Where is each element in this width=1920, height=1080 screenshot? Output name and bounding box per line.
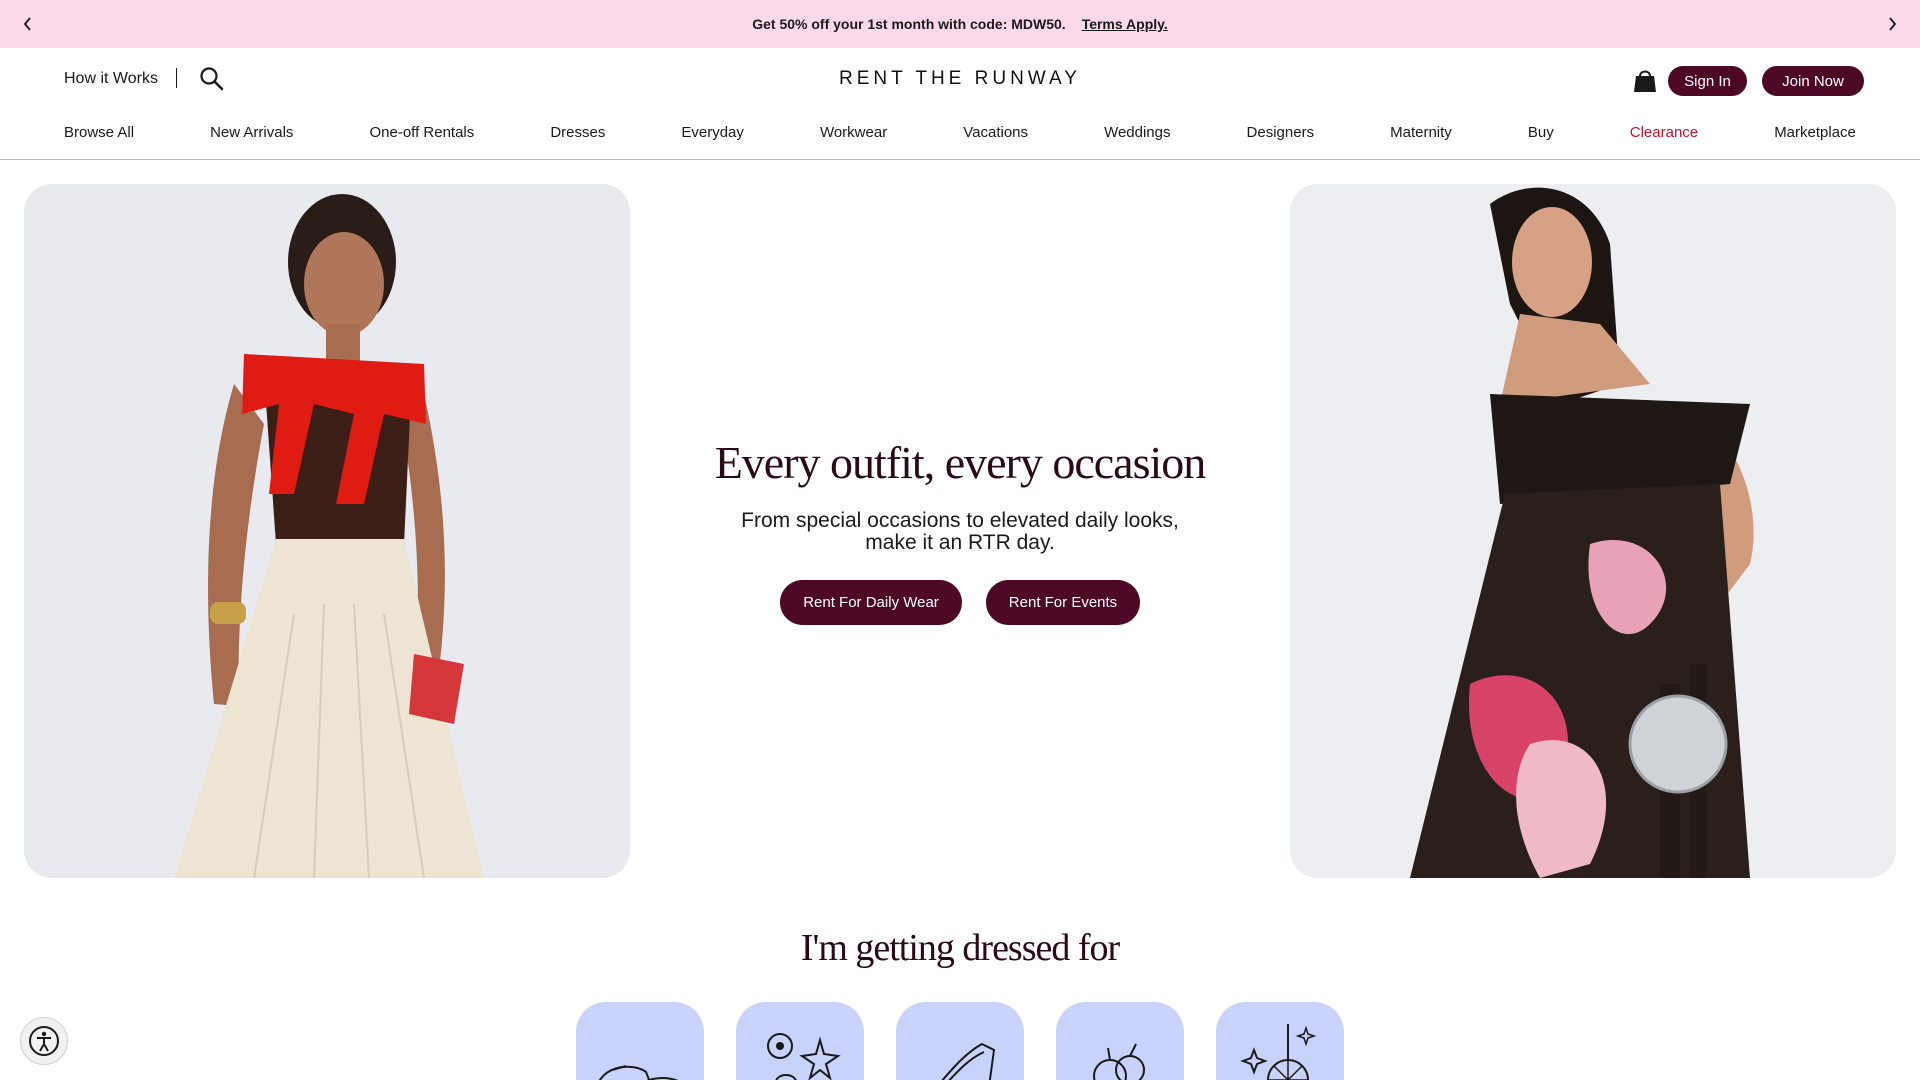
chevron-left-icon[interactable]: [16, 12, 40, 36]
loafers-icon: [598, 1065, 678, 1080]
nav-item-browse-all[interactable]: Browse All: [64, 124, 134, 146]
nav-item-marketplace[interactable]: Marketplace: [1774, 124, 1856, 146]
nav-item-weddings[interactable]: Weddings: [1104, 124, 1170, 146]
occasion-tile-brunch[interactable]: [1056, 1002, 1184, 1080]
fruit-icon: [1093, 1043, 1145, 1080]
nav-item-vacations[interactable]: Vacations: [963, 124, 1028, 146]
how-it-works-link[interactable]: How it Works: [64, 70, 158, 88]
occasion-tile-party[interactable]: [1216, 1002, 1344, 1080]
nav-item-workwear[interactable]: Workwear: [820, 124, 887, 146]
rent-daily-wear-button[interactable]: Rent For Daily Wear: [780, 580, 962, 625]
hero-image-right[interactable]: [1290, 184, 1896, 878]
search-icon[interactable]: [199, 66, 225, 92]
nav-item-one-off-rentals[interactable]: One-off Rentals: [369, 124, 474, 146]
promo-text: Get 50% off your 1st month with code: MD…: [752, 16, 1066, 32]
join-now-button[interactable]: Join Now: [1762, 66, 1864, 96]
header-divider: [176, 68, 177, 88]
nav-item-maternity[interactable]: Maternity: [1390, 124, 1452, 146]
dressed-for-title: I'm getting dressed for: [800, 927, 1120, 969]
nav-item-dresses[interactable]: Dresses: [550, 124, 605, 146]
occasion-tiles: [576, 1002, 1344, 1080]
occasion-tile-everyday[interactable]: [576, 1002, 704, 1080]
hero-subtitle-line2: make it an RTR day.: [865, 531, 1055, 554]
chevron-right-icon[interactable]: [1880, 12, 1904, 36]
nav-item-new-arrivals[interactable]: New Arrivals: [210, 124, 293, 146]
hero-title: Every outfit, every occasion: [714, 437, 1207, 488]
tropical-vacation-icon: [767, 1033, 841, 1080]
accessibility-icon[interactable]: [20, 1017, 68, 1065]
hero-image-left[interactable]: [24, 184, 630, 878]
nav-item-clearance[interactable]: Clearance: [1630, 124, 1698, 146]
hero-copy: Every outfit, every occasion From specia…: [630, 434, 1290, 625]
disco-ball-icon: [1240, 1024, 1317, 1080]
rent-events-button[interactable]: Rent For Events: [986, 580, 1140, 625]
occasion-tile-events[interactable]: [896, 1002, 1024, 1080]
nav-item-everyday[interactable]: Everyday: [681, 124, 744, 146]
high-heel-icon: [941, 1042, 996, 1080]
shopping-bag-icon[interactable]: [1632, 66, 1658, 94]
site-logo[interactable]: RENT THE RUNWAY: [839, 68, 1081, 89]
promo-banner: Get 50% off your 1st month with code: MD…: [0, 0, 1920, 48]
main-nav: Browse All New Arrivals One-off Rentals …: [64, 124, 1856, 146]
terms-link[interactable]: Terms Apply.: [1082, 16, 1168, 32]
hero-subtitle-line1: From special occasions to elevated daily…: [741, 509, 1179, 532]
nav-item-designers[interactable]: Designers: [1247, 124, 1315, 146]
occasion-tile-vacation[interactable]: [736, 1002, 864, 1080]
hero-buttons: Rent For Daily Wear Rent For Events: [630, 580, 1290, 625]
sign-in-button[interactable]: Sign In: [1668, 66, 1747, 96]
nav-item-buy[interactable]: Buy: [1528, 124, 1554, 146]
site-header: How it Works RENT THE RUNWAY Sign In Joi…: [0, 48, 1920, 160]
